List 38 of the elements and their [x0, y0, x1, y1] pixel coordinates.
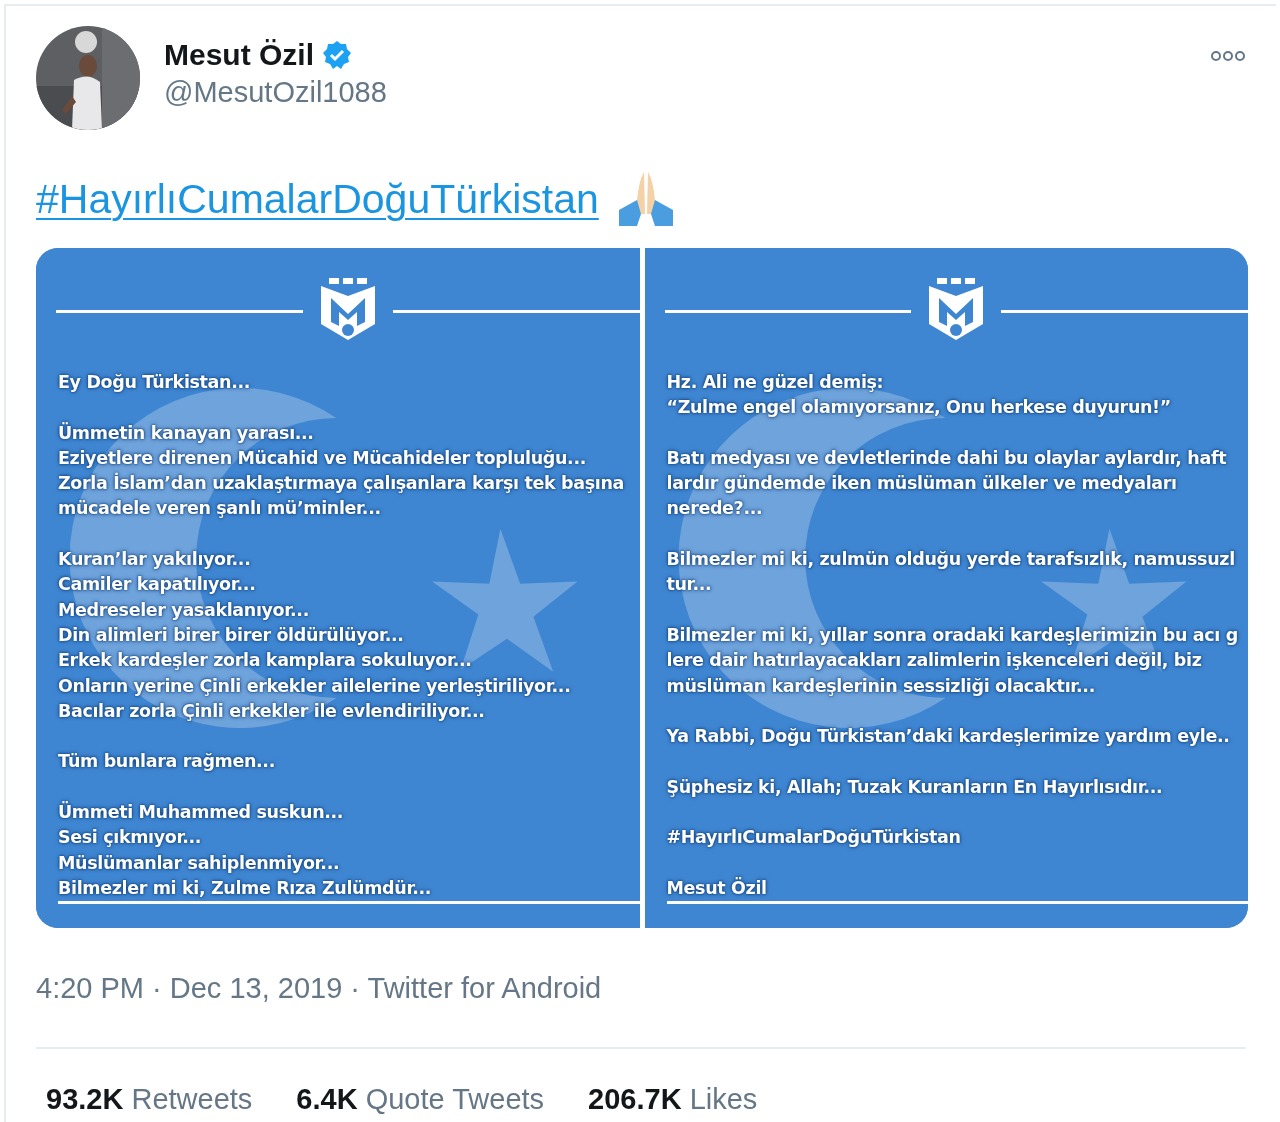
image-text-line: Erkek kardeşler zorla kamplara sokuluyor...	[58, 649, 472, 673]
more-options-icon[interactable]	[1210, 50, 1246, 62]
image-text-line: Mesut Özil	[666, 876, 767, 900]
image-text-line: mücadele veren şanlı mü’minler...	[58, 497, 381, 521]
image-text-line: Zorla İslam’dan uzaklaştırmaya çalışanlara karşı tek başına	[58, 471, 624, 496]
image-text-line: Ümmetin kanayan yarası...	[58, 421, 314, 445]
image-text-line: Ümmeti Muhammed suskun...	[58, 800, 344, 825]
author-name[interactable]: Mesut Özil	[164, 38, 314, 72]
image-text-line: Ey Doğu Türkistan...	[58, 371, 251, 394]
stat-link[interactable]: 206.7K Likes	[588, 1083, 758, 1116]
image-text-line: Bilmezler mi ki, zulmün olduğu yerde tarafsızlık, namussuzl	[666, 548, 1235, 572]
image-text-line: lere dair hatırlayacakları zalimlerin işkenceleri değil, biz	[666, 649, 1202, 673]
image-text-line: Tüm bunlara rağmen...	[58, 750, 275, 774]
image-text-line: nerede?...	[666, 497, 763, 521]
image-text-line: Medreseler yasaklanıyor...	[58, 598, 309, 622]
image-text-line: Din alimleri birer birer öldürülüyor...	[58, 623, 404, 647]
tweet-timestamp: 4:20 PM · Dec 13, 2019 · Twitter for Android	[36, 972, 602, 1005]
image-text-line: tur...	[666, 573, 712, 597]
image-text-line: Şüphesiz ki, Allah; Tuzak Kuranların En Hayırlısıdır...	[666, 775, 1163, 799]
image-text-line: Müslümanlar sahiplenmiyor...	[58, 851, 340, 875]
image-text-line: Bacılar zorla Çinli erkekler ile evlendiriliyor...	[58, 699, 485, 723]
image-text-line: Camiler kapatılıyor...	[58, 573, 256, 597]
image-text-line: müslüman kardeşlerinin sessizliği olacaktır...	[666, 674, 1095, 698]
image-text-line: Hz. Ali ne güzel demiş:	[666, 371, 884, 394]
stat-link[interactable]: 93.2K Retweets	[46, 1083, 253, 1116]
image-text-line: Ya Rabbi, Doğu Türkistan’daki kardeşlerimize yardım eyle..	[666, 725, 1230, 749]
image-text-line: Sesi çıkmıyor...	[58, 826, 202, 850]
image-text-line: Bilmezler mi ki, yıllar sonra oradaki kardeşlerimizin bu acı g	[666, 623, 1238, 647]
image-text-line: Eziyetlere direnen Mücahid ve Mücahideler topluluğu...	[58, 446, 586, 470]
image-text-line: #HayırlıCumalarDoğuTürkistan	[666, 826, 961, 850]
image-text-line: Onların yerine Çinli erkekler ailelerine yerleştiriliyor...	[58, 674, 571, 698]
author-handle[interactable]: @MesutOzil1088	[164, 76, 387, 109]
image-text-line: lardır gündemde iken müslüman ülkeler ve medyaları	[666, 472, 1177, 496]
stat-link[interactable]: 6.4K Quote Tweets	[296, 1083, 545, 1116]
image-text-line: “Zulme engel olamıyorsanız, Onu herkese duyurun!”	[666, 396, 1171, 420]
image-text-line: Bilmezler mi ki, Zulme Rıza Zulümdür...	[58, 876, 432, 900]
image-text-line: Kuran’lar yakılıyor...	[58, 548, 251, 572]
image-text-line: Batı medyası ve devletlerinde dahi bu olaylar aylardır, haft	[666, 446, 1227, 470]
